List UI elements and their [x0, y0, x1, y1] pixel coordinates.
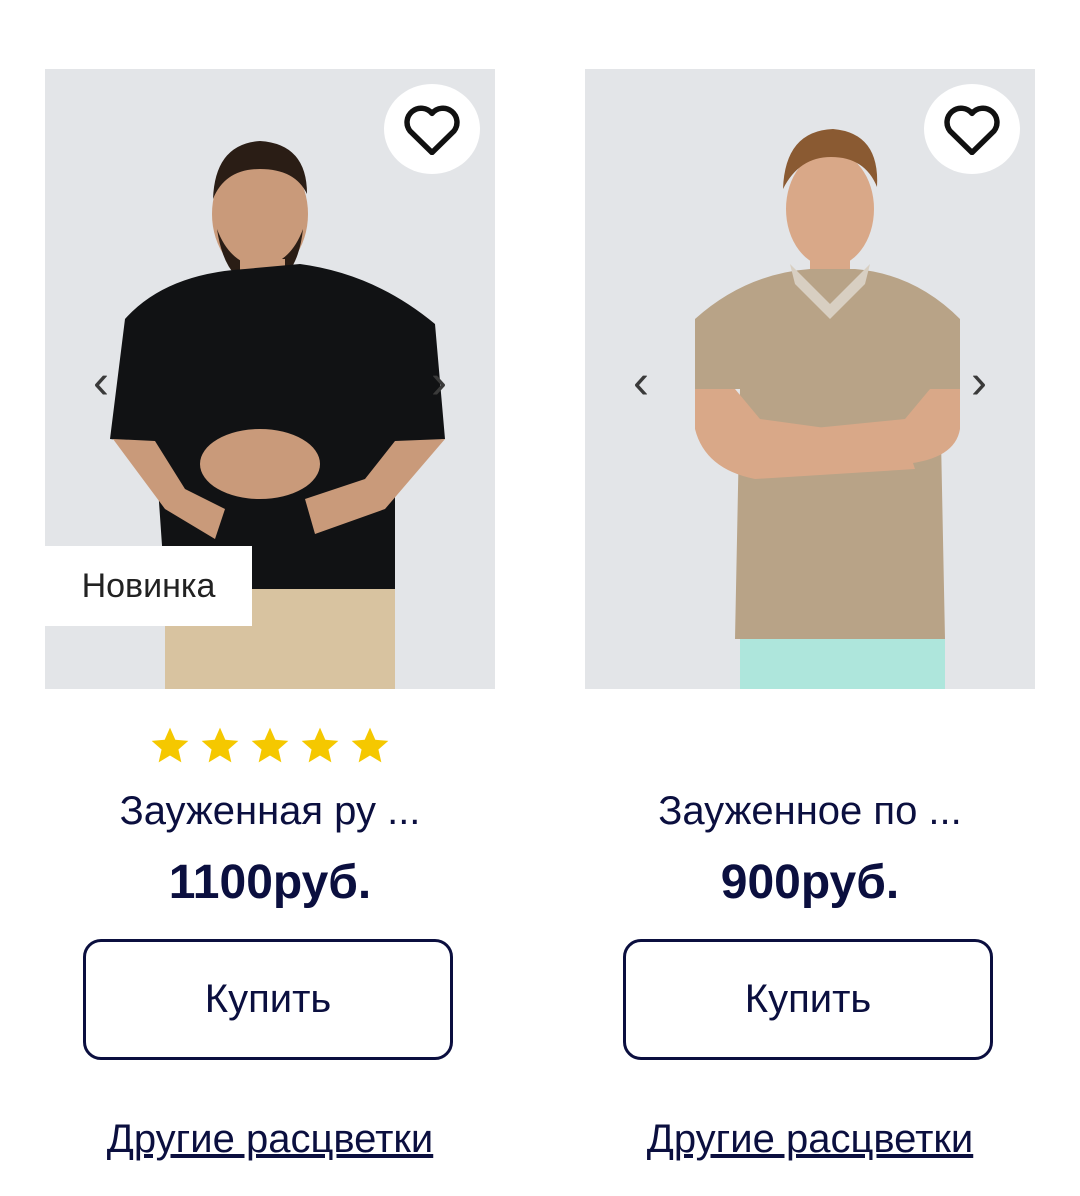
buy-button[interactable]: Купить [623, 939, 993, 1060]
product-photo[interactable]: ‹ › Новинка [45, 69, 495, 689]
star-icon [201, 727, 239, 763]
favorite-button[interactable] [924, 84, 1020, 174]
carousel-prev-arrow[interactable]: ‹ [93, 359, 109, 407]
carousel-next-arrow[interactable]: › [431, 359, 447, 407]
carousel-next-arrow[interactable]: › [971, 359, 987, 407]
carousel-prev-arrow[interactable]: ‹ [633, 359, 649, 407]
product-price: 900руб. [720, 856, 900, 909]
heart-icon [404, 105, 460, 155]
product-card[interactable]: ‹ › Зауженное по ... 900руб. Купить Друг… [585, 69, 1035, 1179]
other-colors-link[interactable]: Другие расцветки [585, 1117, 1035, 1162]
other-colors-link[interactable]: Другие расцветки [45, 1117, 495, 1162]
rating-stars [45, 724, 495, 770]
star-icon [251, 727, 289, 763]
favorite-button[interactable] [384, 84, 480, 174]
product-price: 1100руб. [168, 856, 372, 909]
product-title[interactable]: Зауженная ру ... [45, 789, 495, 834]
star-icon [351, 727, 389, 763]
product-card[interactable]: ‹ › Новинка Зауженная ру ... 1100руб. Ку… [45, 69, 495, 1179]
heart-icon [944, 105, 1000, 155]
buy-button[interactable]: Купить [83, 939, 453, 1060]
star-icon [151, 727, 189, 763]
star-icon [301, 727, 339, 763]
product-photo[interactable]: ‹ › [585, 69, 1035, 689]
new-badge: Новинка [45, 546, 252, 626]
previous-row-partial [0, 0, 1080, 8]
product-title[interactable]: Зауженное по ... [585, 789, 1035, 834]
